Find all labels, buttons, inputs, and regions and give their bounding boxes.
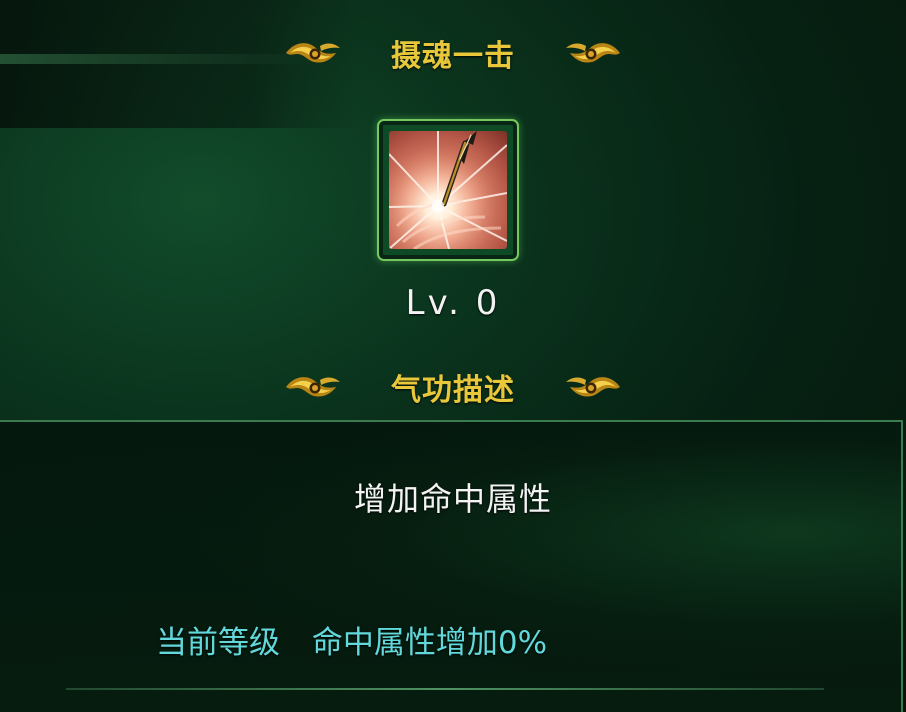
skill-title-row: 摄魂一击 (0, 28, 906, 78)
gold-cloud-ornament-left-icon (282, 370, 344, 404)
bottom-divider (66, 688, 824, 690)
current-level-label: 当前等级 (156, 625, 280, 661)
description-box (0, 420, 903, 712)
current-level-row: 当前等级 命中属性增加0% (156, 617, 547, 662)
skill-level: Lv. 0 (405, 283, 501, 323)
description-title-row: 气功描述 (0, 362, 906, 412)
skill-icon-frame[interactable] (377, 119, 519, 261)
gold-cloud-ornament-left-icon (282, 36, 344, 70)
description-heading: 气功描述 (391, 373, 515, 408)
description-text: 增加命中属性 (353, 480, 552, 518)
gold-cloud-ornament-right-icon (562, 370, 624, 404)
skill-detail-panel: 摄魂一击 Lv. 0 气功描述 增加命中属性 当前等级 命中属性增加0% (0, 0, 906, 712)
gold-cloud-ornament-right-icon (562, 36, 624, 70)
current-level-value: 命中属性增加0% (311, 625, 548, 661)
skill-name: 摄魂一击 (391, 39, 515, 74)
arrow-impact-skill-icon (389, 131, 507, 249)
